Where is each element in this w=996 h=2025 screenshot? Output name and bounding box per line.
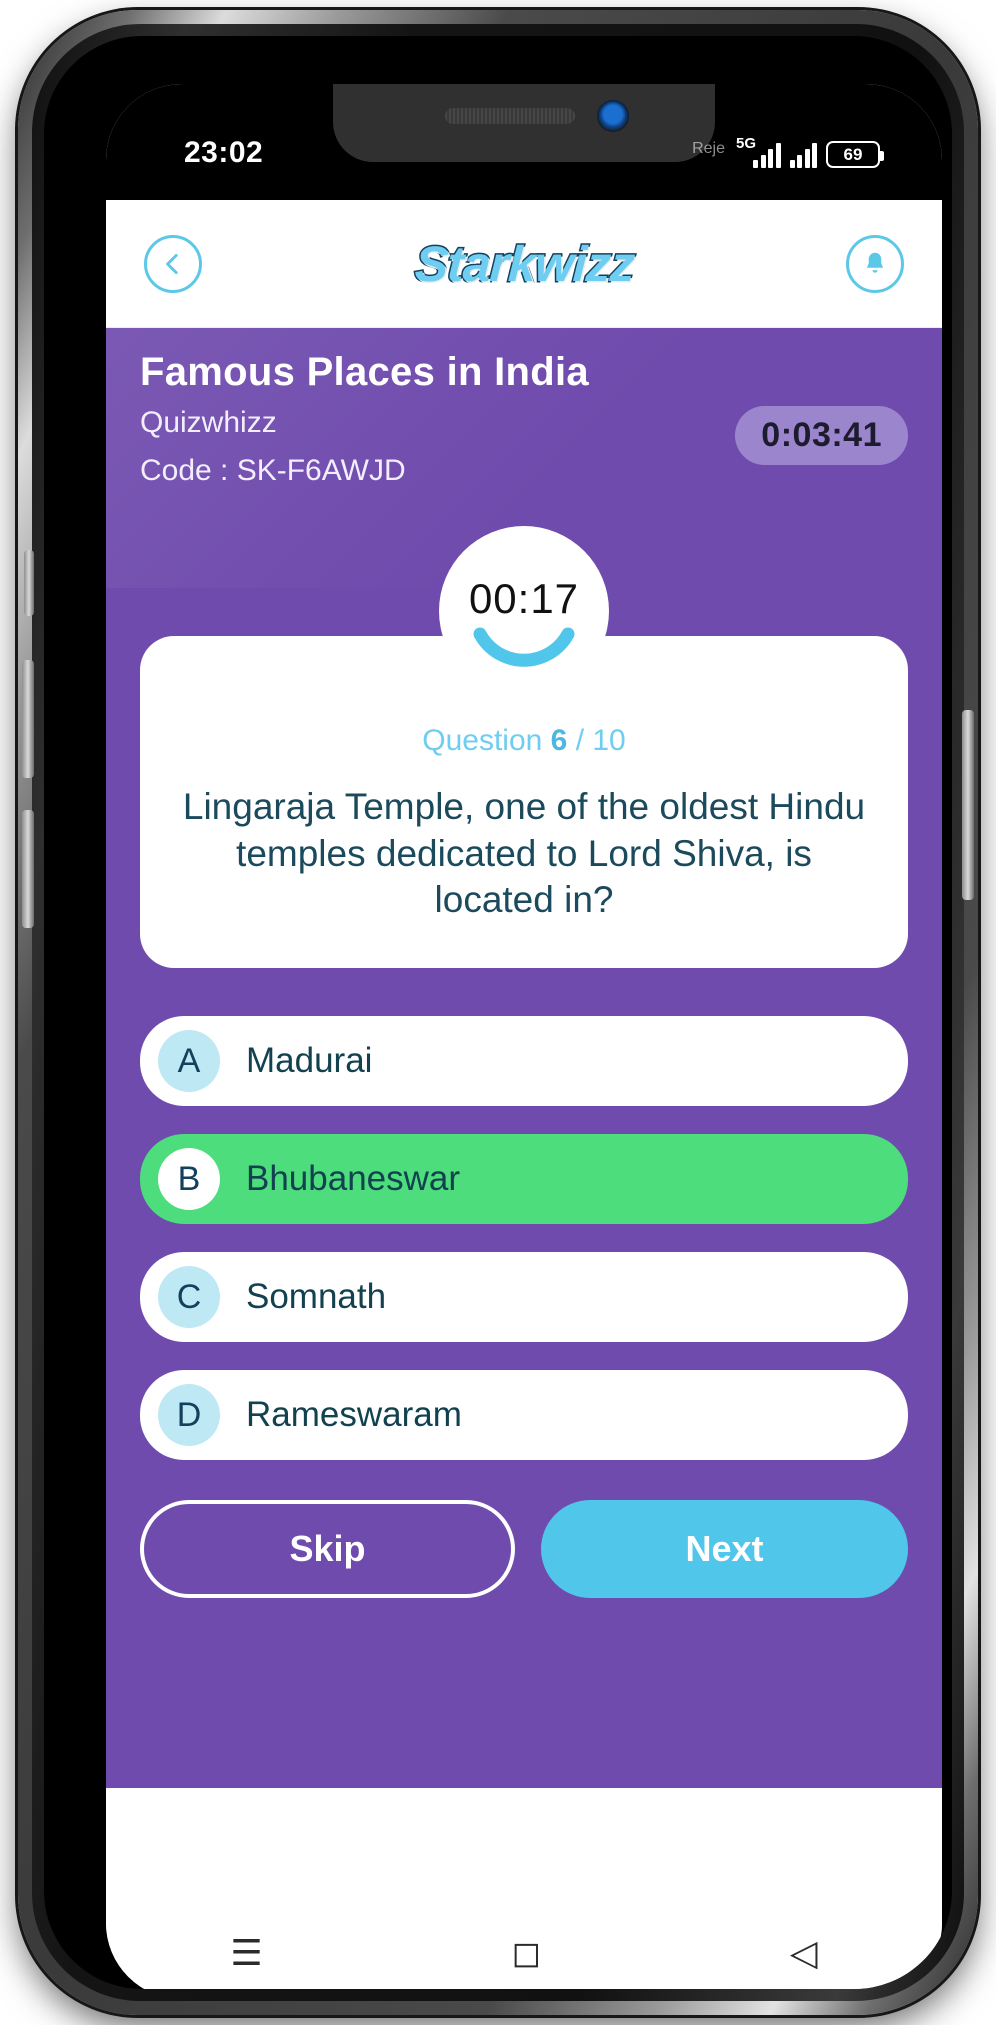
battery-percent: 69	[843, 144, 863, 164]
option-letter: D	[158, 1384, 220, 1447]
question-counter-total: 10	[592, 724, 626, 758]
signal-bars-sim1-icon	[753, 142, 781, 168]
option-letter: B	[158, 1148, 220, 1211]
home-icon[interactable]: ◻	[511, 1935, 541, 1971]
mute-switch[interactable]	[24, 550, 34, 616]
quiz-header: Famous Places in India Quizwhizz Code : …	[106, 328, 942, 490]
answer-option-d[interactable]: D Rameswaram	[140, 1370, 908, 1461]
option-letter: C	[158, 1266, 220, 1329]
phone-notch	[333, 84, 715, 162]
app-header: Starkwizz	[106, 200, 942, 328]
earpiece-speaker	[445, 108, 575, 124]
status-indicators: Reje 5G 69	[692, 130, 884, 168]
quiz-footer-buttons: Skip Next	[140, 1500, 908, 1599]
answer-option-a[interactable]: A Madurai	[140, 1016, 908, 1107]
chevron-left-icon	[166, 253, 178, 274]
android-nav-bar: ☰ ◻ ◁	[106, 1907, 942, 1989]
answer-option-c[interactable]: C Somnath	[140, 1252, 908, 1343]
status-time: 23:02	[184, 136, 264, 169]
volume-up-button[interactable]	[22, 660, 34, 778]
battery-icon: 69	[826, 141, 884, 168]
bell-icon	[866, 252, 884, 273]
front-camera	[597, 100, 629, 132]
phone-bezel: 23:02 Reje 5G 69 Starkwizz Famous Places…	[44, 36, 952, 1989]
phone-device-frame: 23:02 Reje 5G 69 Starkwizz Famous Places…	[18, 10, 978, 2015]
signal-bars-sim2-icon	[789, 142, 817, 168]
option-letter: A	[158, 1030, 220, 1093]
question-counter-separator: /	[575, 724, 585, 758]
phone-screen: 23:02 Reje 5G 69 Starkwizz Famous Places…	[106, 84, 942, 1989]
next-button[interactable]: Next	[541, 1500, 908, 1599]
status-bar: 23:02 Reje 5G 69	[106, 84, 942, 200]
question-counter-prefix: Question	[422, 724, 543, 758]
skip-button[interactable]: Skip	[140, 1500, 515, 1599]
app-logo: Starkwizz	[412, 234, 637, 293]
question-text: Lingaraja Temple, one of the oldest Hind…	[182, 786, 866, 921]
question-counter-current: 6	[550, 724, 568, 758]
back-button[interactable]	[144, 234, 202, 293]
back-nav-icon[interactable]: ◁	[790, 1935, 818, 1971]
countdown-value: 00:17	[468, 575, 580, 623]
question-counter: Question 6 / 10	[182, 724, 866, 758]
quiz-container: Famous Places in India Quizwhizz Code : …	[106, 328, 942, 1788]
carrier-label: Reje	[692, 140, 725, 157]
option-label: Madurai	[246, 1041, 373, 1081]
option-label: Rameswaram	[246, 1395, 462, 1435]
option-label: Somnath	[246, 1277, 387, 1317]
countdown-wrapper: 00:17	[106, 526, 942, 697]
answer-options-list: A Madurai B Bhubaneswar C Somnath D Rame…	[140, 1016, 908, 1461]
total-timer-badge: 0:03:41	[735, 406, 908, 465]
volume-down-button[interactable]	[22, 810, 34, 928]
network-type-label: 5G	[735, 135, 756, 152]
option-label: Bhubaneswar	[246, 1159, 461, 1199]
answer-option-b[interactable]: B Bhubaneswar	[140, 1134, 908, 1225]
question-countdown: 00:17	[439, 526, 609, 697]
notifications-button[interactable]	[845, 234, 904, 293]
quiz-title: Famous Places in India	[140, 350, 589, 394]
recents-icon[interactable]: ☰	[230, 1935, 262, 1971]
power-button[interactable]	[962, 710, 974, 900]
